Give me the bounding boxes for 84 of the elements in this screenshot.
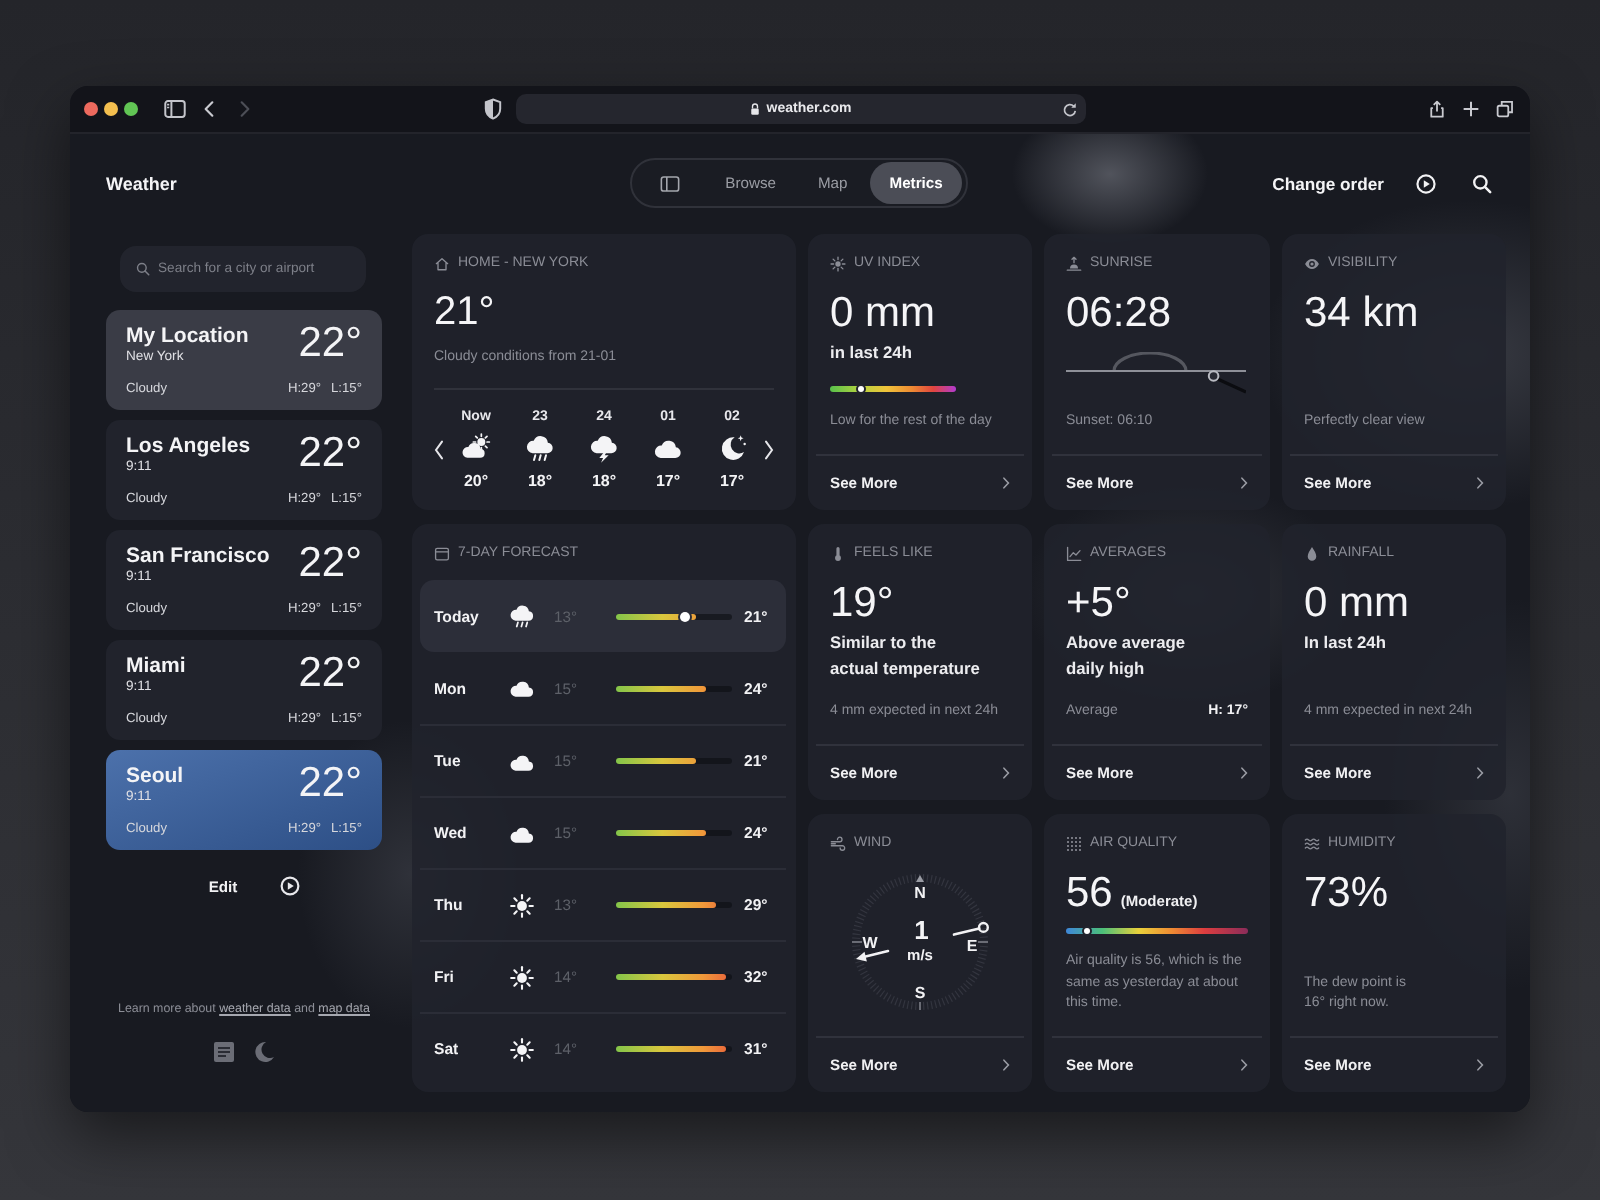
hour-temperature: 18° [527, 472, 553, 492]
location-name: Los Angeles [126, 434, 251, 458]
sun-icon [508, 891, 536, 919]
sidebar-toggle-icon[interactable] [164, 100, 186, 118]
sidebar-icon [659, 175, 680, 191]
metric-value: 34 km [1304, 292, 1419, 336]
eye-icon [1304, 256, 1320, 272]
chevron-left-icon[interactable] [434, 440, 444, 460]
app-title: Weather [106, 173, 177, 193]
sun-icon [830, 256, 846, 272]
sunrise-icon [1066, 256, 1082, 272]
hour-temperature: 17° [719, 472, 745, 492]
chevron-right-icon [1476, 766, 1484, 780]
calendar-icon [434, 546, 450, 562]
metric-subtitle: in last 24h [830, 340, 914, 365]
hour-temperature: 20° [463, 472, 489, 492]
hour-temperature: 17° [655, 472, 681, 492]
location-temperature: 22° [298, 432, 362, 476]
location-temperature: 22° [298, 762, 362, 806]
sun-icon [508, 963, 536, 991]
chevron-right-icon [1240, 1058, 1248, 1072]
tabs-overview-icon[interactable] [1496, 100, 1514, 118]
metric-value: 0 mm [830, 292, 935, 336]
back-icon[interactable] [204, 100, 214, 118]
wind-speed: 1 [914, 915, 929, 945]
share-icon[interactable] [1428, 100, 1446, 118]
rain-cloud-icon [524, 432, 556, 464]
document-icon[interactable] [212, 1040, 236, 1064]
metric-value: 73% [1304, 872, 1389, 916]
compass-label: S [914, 984, 926, 1002]
metric-value: 19° [830, 582, 894, 626]
chevron-right-icon [1476, 1058, 1484, 1072]
window-zoom-icon[interactable] [124, 102, 138, 116]
metric-subtitle: Similar to the actual temperature [830, 630, 982, 680]
metric-value: 06:28 [1066, 292, 1172, 336]
chevron-right-icon [1240, 766, 1248, 780]
chevron-right-icon [1476, 476, 1484, 490]
waves-icon [1304, 836, 1320, 852]
crescent-icon[interactable] [252, 1040, 276, 1064]
location-name: Seoul [126, 764, 184, 788]
wind-icon [830, 836, 846, 852]
cloud-sun-icon [460, 432, 492, 464]
chevron-right-icon [1002, 766, 1010, 780]
thermometer-icon [830, 546, 846, 562]
play-circle-icon[interactable] [279, 876, 300, 896]
metric-subtitle: In last 24h [1304, 630, 1388, 655]
storm-cloud-icon [588, 432, 620, 464]
current-temperature: 21° [434, 290, 497, 334]
compass-label: E [966, 937, 978, 955]
hour-temperature: 18° [591, 472, 617, 492]
moon-stars-icon [716, 432, 748, 464]
location-temperature: 22° [298, 322, 362, 366]
location-temperature: 22° [298, 652, 362, 696]
metric-value: +5° [1066, 582, 1131, 626]
compass-label: N [914, 884, 926, 902]
metric-value: 56 [1066, 872, 1113, 916]
play-circle-icon[interactable] [1416, 173, 1436, 193]
rain-cloud-icon [508, 602, 536, 630]
line-chart-icon [1066, 546, 1082, 562]
house-icon [434, 256, 450, 272]
location-temperature: 22° [298, 542, 362, 586]
wind-direction-arrow [856, 921, 989, 962]
chevron-right-icon [1002, 1058, 1010, 1072]
metric-subtitle: Above average daily high [1066, 630, 1188, 680]
location-name: My Location [126, 324, 249, 348]
chevron-right-icon [1002, 476, 1010, 490]
location-name: Miami [126, 654, 186, 678]
change-order-button[interactable]: Change order [1272, 173, 1384, 193]
chevron-right-icon[interactable] [764, 440, 774, 460]
shield-icon[interactable] [484, 98, 502, 120]
sun-icon [508, 1035, 536, 1063]
search-icon [136, 262, 150, 276]
window-close-icon[interactable] [84, 102, 98, 116]
window-minimize-icon[interactable] [104, 102, 118, 116]
lock-icon [750, 102, 761, 116]
search-icon[interactable] [1472, 173, 1492, 193]
reload-icon[interactable] [1062, 101, 1078, 117]
chevron-right-icon [1240, 476, 1248, 490]
compass-dial-drawing [851, 874, 989, 1011]
drop-icon [1304, 546, 1320, 562]
plus-icon[interactable] [1462, 100, 1480, 118]
compass-label: W [862, 934, 878, 952]
location-name: San Francisco [126, 544, 270, 568]
metric-value: 0 mm [1304, 582, 1409, 626]
